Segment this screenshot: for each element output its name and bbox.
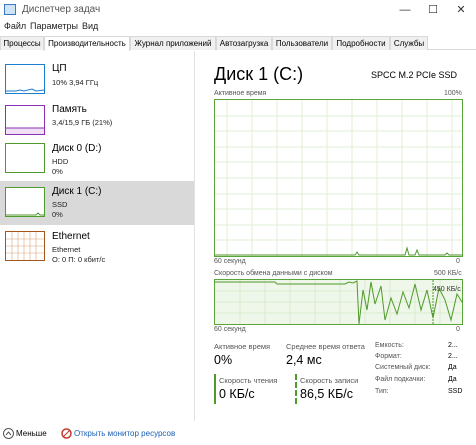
resource-name: Ethernet xyxy=(52,231,90,242)
graph2-marker: 450 КБ/с xyxy=(433,286,461,293)
resource-name: Память xyxy=(52,104,87,115)
prop-system-disk-value: Да xyxy=(448,364,457,371)
read-indicator xyxy=(214,374,216,404)
menu-options[interactable]: Параметры xyxy=(30,21,78,31)
resource-detail: 3,4/15,9 ГБ (21%) xyxy=(52,118,113,127)
graph1-min: 0 xyxy=(456,258,460,265)
transfer-rate-graph: 450 КБ/с xyxy=(214,279,463,325)
tab-services[interactable]: Службы xyxy=(390,36,428,50)
graph2-max: 500 КБ/с xyxy=(434,270,462,277)
tab-startup[interactable]: Автозагрузка xyxy=(216,36,272,50)
prop-system-disk-label: Системный диск: xyxy=(375,364,431,371)
prop-type-label: Тип: xyxy=(375,388,389,395)
write-speed-value: 86,5 КБ/с xyxy=(300,387,354,401)
window-title: Диспетчер задач xyxy=(22,4,101,15)
task-manager-icon xyxy=(4,4,16,15)
tab-processes[interactable]: Процессы xyxy=(0,36,44,50)
prop-capacity-label: Емкость: xyxy=(375,342,404,349)
disk-title: Диск 1 (C:) xyxy=(214,64,304,84)
resource-detail: 10% 3,94 ГГц xyxy=(52,78,99,87)
graph2-min: 0 xyxy=(456,326,460,333)
resource-detail: Ethernet xyxy=(52,245,81,254)
active-time-label: Активное время xyxy=(214,342,271,351)
title-bar: Диспетчер задач — ☐ ✕ xyxy=(0,0,476,20)
resource-detail: SSD xyxy=(52,200,68,209)
resource-disk1[interactable]: Диск 1 (C:) SSD 0% xyxy=(0,181,194,225)
response-time-label: Среднее время ответа xyxy=(286,342,365,351)
menu-view[interactable]: Вид xyxy=(82,21,98,31)
resource-usage: 0% xyxy=(52,210,63,219)
resource-usage: О: 0 П: 0 кбит/с xyxy=(52,255,106,264)
fewer-details-button[interactable]: Меньше xyxy=(16,429,47,438)
resource-name: Диск 1 (C:) xyxy=(52,186,102,197)
response-time-value: 2,4 мс xyxy=(286,353,322,367)
read-speed-value: 0 КБ/с xyxy=(219,387,255,401)
disk0-thumbnail xyxy=(5,143,45,173)
resource-list: ЦП 10% 3,94 ГГц Память 3,4/15,9 ГБ (21%)… xyxy=(0,51,195,421)
resource-detail: HDD xyxy=(52,157,69,166)
tab-app-history[interactable]: Журнал приложений xyxy=(130,36,216,50)
open-resource-monitor-link[interactable]: Открыть монитор ресурсов xyxy=(74,429,175,438)
resource-ethernet[interactable]: Ethernet Ethernet О: 0 П: 0 кбит/с xyxy=(0,229,194,275)
resource-name: ЦП xyxy=(52,63,67,74)
prop-pagefile-value: Да xyxy=(448,376,457,383)
write-speed-label: Скорость записи xyxy=(300,376,359,385)
resource-usage: 0% xyxy=(52,167,63,176)
resource-cpu[interactable]: ЦП 10% 3,94 ГГц xyxy=(0,57,194,103)
prop-capacity-value: 2... xyxy=(448,342,458,349)
write-indicator xyxy=(295,374,297,404)
minimize-button[interactable]: — xyxy=(392,0,418,20)
tab-bar: Процессы Производительность Журнал прило… xyxy=(0,36,476,51)
tab-performance[interactable]: Производительность xyxy=(44,36,130,51)
read-speed-label: Скорость чтения xyxy=(219,376,278,385)
close-button[interactable]: ✕ xyxy=(448,0,474,20)
detail-pane: Диск 1 (C:) SPCC M.2 PCIe SSD Активное в… xyxy=(200,51,476,421)
active-time-graph xyxy=(214,99,463,257)
maximize-button[interactable]: ☐ xyxy=(420,0,446,20)
ethernet-thumbnail xyxy=(5,231,45,261)
prop-type-value: SSD xyxy=(448,388,463,395)
graph1-time: 60 секунд xyxy=(214,258,246,265)
prop-pagefile-label: Файл подкачки: xyxy=(375,376,426,383)
tab-details[interactable]: Подробности xyxy=(332,36,390,50)
disk1-thumbnail xyxy=(5,187,45,217)
active-time-value: 0% xyxy=(214,353,233,367)
resource-name: Диск 0 (D:) xyxy=(52,143,102,154)
menu-file[interactable]: Файл xyxy=(4,21,26,31)
menu-bar: Файл Параметры Вид xyxy=(0,20,476,34)
prop-format-value: 2... xyxy=(448,353,458,360)
memory-thumbnail xyxy=(5,105,45,135)
graph1-max: 100% xyxy=(444,90,462,97)
prop-format-label: Формат: xyxy=(375,353,402,360)
graph2-time: 60 секунд xyxy=(214,326,246,333)
footer: Меньше Открыть монитор ресурсов xyxy=(0,423,476,445)
tab-users[interactable]: Пользователи xyxy=(272,36,332,50)
graph1-label: Активное время xyxy=(214,90,267,97)
cpu-thumbnail xyxy=(5,64,45,94)
disk-model: SPCC M.2 PCIe SSD xyxy=(371,70,458,80)
graph2-label: Скорость обмена данными с диском xyxy=(214,270,333,277)
resource-monitor-icon xyxy=(61,428,72,439)
chevron-up-icon[interactable] xyxy=(3,428,14,439)
